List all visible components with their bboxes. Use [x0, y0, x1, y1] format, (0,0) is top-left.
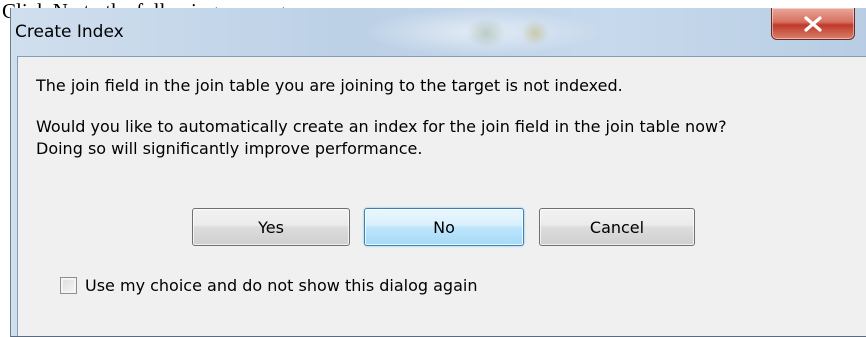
close-button[interactable] [771, 8, 855, 40]
dont-show-again-option[interactable]: Use my choice and do not show this dialo… [60, 273, 477, 297]
glass-background-blur [521, 20, 549, 46]
create-index-dialog: Create Index The join field in the join … [10, 8, 866, 337]
message-line-2: Would you like to automatically create a… [36, 117, 727, 136]
dont-show-again-checkbox[interactable] [60, 276, 77, 294]
dialog-title: Create Index [15, 22, 124, 42]
message-line-1: The join field in the join table you are… [36, 76, 623, 95]
close-x-icon [804, 15, 822, 32]
yes-button[interactable]: Yes [192, 208, 350, 246]
glass-background-blur [466, 18, 506, 48]
cancel-button[interactable]: Cancel [539, 208, 695, 246]
dialog-client-area: The join field in the join table you are… [17, 56, 866, 336]
no-button[interactable]: No [364, 208, 524, 246]
message-line-3: Doing so will significantly improve perf… [36, 139, 423, 158]
dont-show-again-label: Use my choice and do not show this dialo… [85, 275, 478, 295]
